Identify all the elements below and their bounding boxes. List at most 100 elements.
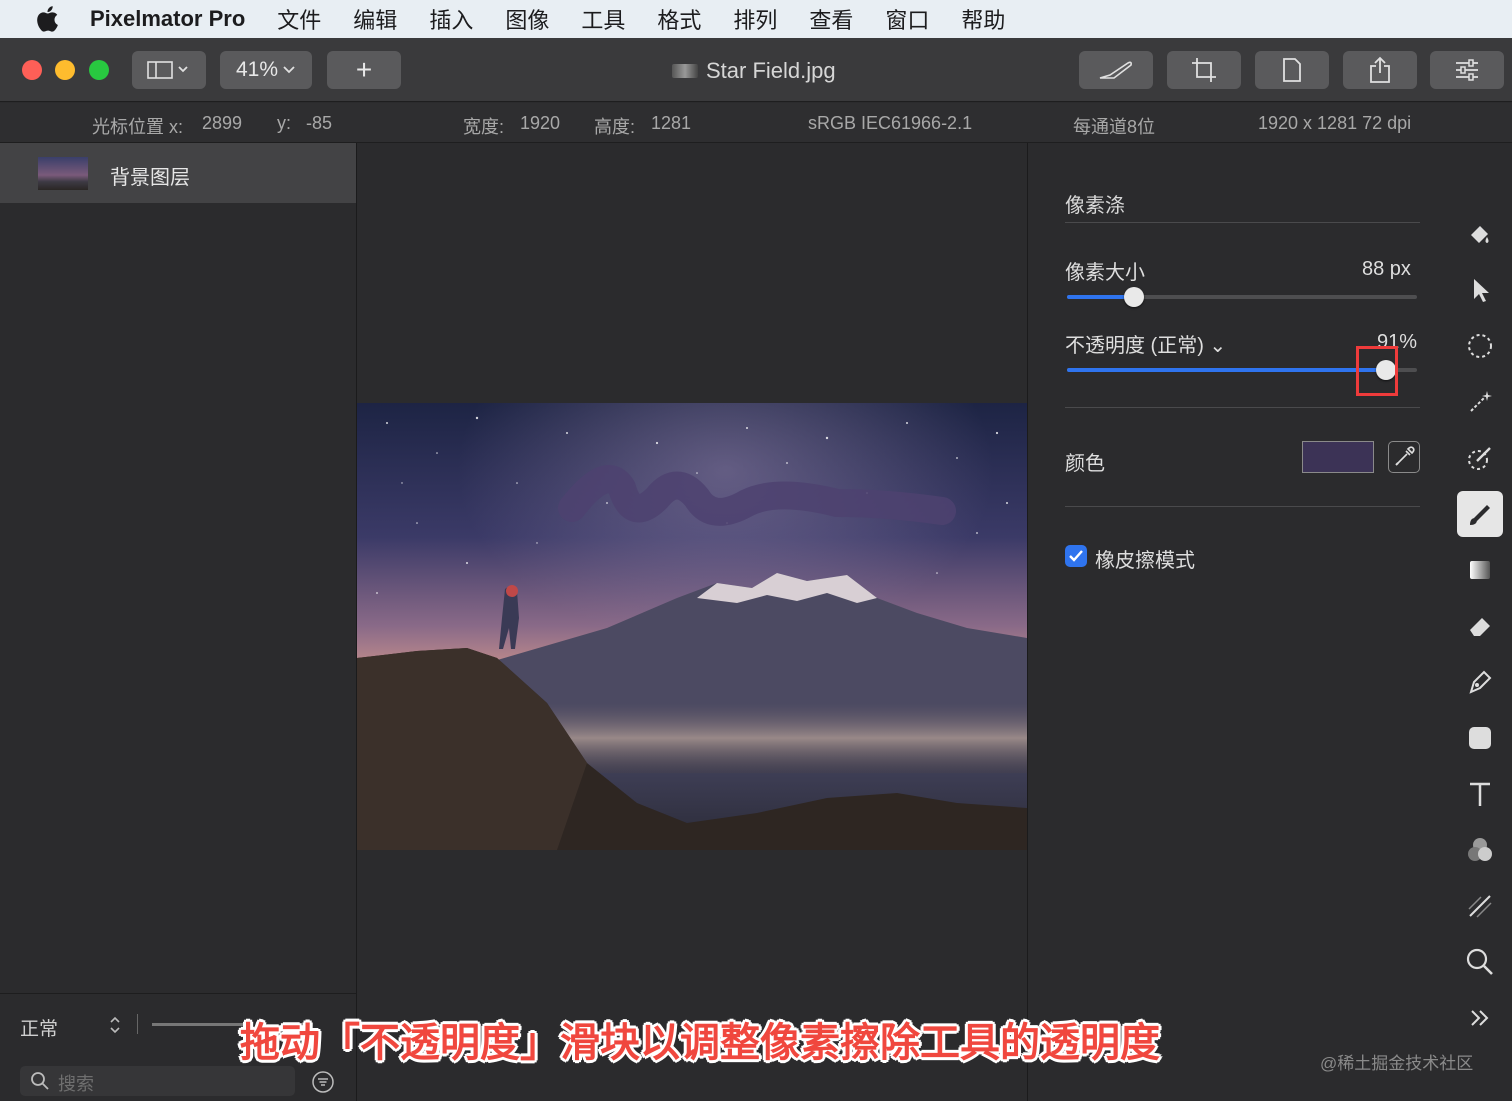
menu-tools[interactable]: 工具 (581, 3, 625, 35)
close-window-button[interactable] (22, 60, 42, 80)
layer-thumbnail (38, 157, 88, 190)
menu-arrange[interactable]: 排列 (733, 3, 777, 35)
tools-sidebar (1447, 143, 1512, 1101)
cursor-x-label: 光标位置 x: (92, 117, 184, 137)
adjustments-button[interactable] (1430, 51, 1504, 89)
style-brush-button[interactable] (1079, 51, 1153, 89)
paint-bucket-icon (1471, 226, 1489, 243)
width-value: 1920 (520, 113, 561, 133)
divider (137, 1014, 138, 1034)
pen-icon (1469, 670, 1492, 694)
eraser-tool[interactable] (1457, 603, 1503, 649)
menu-edit[interactable]: 编辑 (353, 3, 397, 35)
zoom-dropdown[interactable]: 41% (220, 51, 312, 89)
color-adjust-icon (1468, 838, 1492, 861)
info-bar: 光标位置 x: 2899 y: -85 宽度: 1920 高度: 1281 sR… (0, 103, 1512, 143)
layer-search-input[interactable]: 搜索 (20, 1066, 295, 1096)
blend-mode-select[interactable]: 正常 (20, 1014, 58, 1041)
divider (1065, 222, 1420, 223)
divider (1065, 407, 1420, 408)
gradient-tool[interactable] (1457, 547, 1503, 593)
highlight-annotation (1356, 346, 1398, 396)
document-thumbnail (672, 64, 698, 78)
arrow-icon (1474, 279, 1489, 302)
sliders-icon (1456, 59, 1478, 81)
export-button[interactable] (1255, 51, 1329, 89)
quick-select-tool[interactable] (1457, 435, 1503, 481)
selection-tool[interactable] (1457, 323, 1503, 369)
pen-tool[interactable] (1457, 659, 1503, 705)
document-title: Star Field.jpg (672, 58, 836, 84)
brush-icon (1470, 505, 1490, 525)
text-icon (1470, 782, 1490, 806)
shape-tool[interactable] (1457, 715, 1503, 761)
paint-bucket-tool[interactable] (1457, 211, 1503, 257)
add-label: + (355, 54, 373, 85)
cursor-y-value: -85 (306, 113, 333, 133)
eraser-icon (1470, 618, 1490, 636)
more-tools-button[interactable] (1457, 995, 1503, 1041)
height-value: 1281 (651, 113, 692, 133)
retouch-icon (1468, 895, 1492, 918)
layer-opacity-slider[interactable] (152, 1023, 247, 1026)
crop-button[interactable] (1167, 51, 1241, 89)
app-menu[interactable]: Pixelmator Pro (90, 6, 245, 32)
cursor-x-value: 2899 (202, 113, 243, 133)
zoom-icon (1466, 948, 1493, 975)
eraser-mode-label: 橡皮擦模式 (1095, 550, 1195, 572)
quick-select-icon (1468, 447, 1491, 470)
size-slider-knob[interactable] (1123, 287, 1144, 307)
minimize-window-button[interactable] (55, 60, 75, 80)
magic-wand-tool[interactable] (1457, 379, 1503, 425)
apple-menu-icon[interactable] (34, 4, 64, 34)
share-icon (1370, 56, 1390, 83)
selection-icon (1468, 334, 1492, 358)
search-icon (31, 1072, 49, 1090)
paint-tool[interactable] (1457, 491, 1503, 537)
share-button[interactable] (1343, 51, 1417, 89)
menu-image[interactable]: 图像 (505, 3, 549, 35)
eyedropper-icon (1395, 446, 1415, 466)
sidebar-toggle-button[interactable] (132, 51, 206, 89)
magic-wand-icon (1470, 391, 1492, 412)
tool-options-panel: 像素涤 像素大小 88 px 不透明度 (正常) ⌄ 91% 颜色 橡皮擦模式 (1027, 143, 1447, 1101)
size-label: 像素大小 (1065, 262, 1145, 284)
zoom-tool[interactable] (1457, 939, 1503, 985)
color-adjust-tool[interactable] (1457, 827, 1503, 873)
arrange-tool[interactable] (1457, 267, 1503, 313)
text-tool[interactable] (1457, 771, 1503, 817)
size-slider[interactable] (1067, 287, 1417, 307)
opacity-slider-fill (1067, 368, 1386, 372)
menu-help[interactable]: 帮助 (961, 3, 1005, 35)
canvas-area[interactable] (357, 143, 1027, 1101)
color-swatch[interactable] (1302, 441, 1374, 473)
menu-file[interactable]: 文件 (277, 3, 321, 35)
menu-window[interactable]: 窗口 (885, 3, 929, 35)
window-toolbar: 41% + Star Field.jpg (0, 38, 1512, 102)
maximize-window-button[interactable] (89, 60, 109, 80)
height-label: 高度: (594, 117, 636, 137)
retouch-tool[interactable] (1457, 883, 1503, 929)
document-icon (1283, 58, 1301, 82)
sidebar-icon (147, 61, 188, 79)
layer-row[interactable]: 背景图层 (0, 143, 356, 203)
menu-format[interactable]: 格式 (657, 3, 701, 35)
tutorial-caption: 拖动「不透明度」滑块以调整像素擦除工具的透明度 (240, 1021, 1160, 1065)
crop-icon (1192, 58, 1216, 82)
resolution: 1920 x 1281 72 dpi (1258, 113, 1412, 133)
add-button[interactable]: + (327, 51, 401, 89)
eraser-mode-checkbox[interactable] (1065, 545, 1087, 567)
menu-view[interactable]: 查看 (809, 3, 853, 35)
menu-insert[interactable]: 插入 (429, 3, 473, 35)
tool-title: 像素涤 (1065, 195, 1125, 217)
color-label: 颜色 (1065, 453, 1105, 475)
canvas-image[interactable] (357, 403, 1027, 850)
checkmark-icon (1069, 550, 1083, 562)
eyedropper-button[interactable] (1388, 441, 1420, 473)
watermark: @稀土掘金技术社区 (1320, 1054, 1474, 1073)
document-name: Star Field.jpg (706, 58, 836, 83)
filter-icon[interactable] (312, 1071, 334, 1093)
opacity-label[interactable]: 不透明度 (正常) ⌄ (1065, 329, 1226, 358)
stepper-icon[interactable] (108, 1014, 122, 1036)
search-placeholder: 搜索 (58, 1074, 94, 1094)
